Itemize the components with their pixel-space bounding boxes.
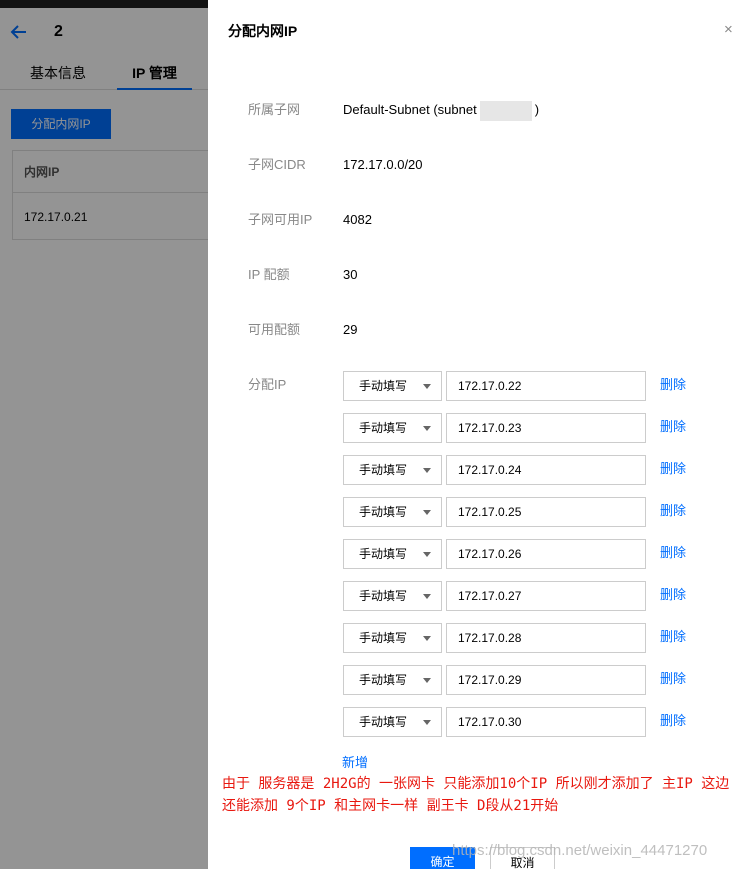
ip-input[interactable]: [446, 665, 646, 695]
ip-input[interactable]: [446, 413, 646, 443]
ip-row: 手动填写 删除: [343, 539, 703, 569]
ip-mode-label: 手动填写: [359, 547, 408, 561]
ip-input[interactable]: [446, 707, 646, 737]
ip-mode-select[interactable]: 手动填写: [343, 539, 442, 569]
available-ips-label: 子网可用IP: [248, 212, 313, 227]
ip-mode-label: 手动填写: [359, 589, 408, 603]
ip-input[interactable]: [446, 455, 646, 485]
delete-ip-link[interactable]: 删除: [660, 413, 686, 441]
chevron-down-icon: [423, 636, 431, 641]
subnet-value-prefix: Default-Subnet (subnet: [343, 102, 477, 117]
delete-ip-link[interactable]: 删除: [660, 497, 686, 525]
subnet-label: 所属子网: [248, 102, 301, 117]
ip-mode-select[interactable]: 手动填写: [343, 455, 442, 485]
ip-mode-label: 手动填写: [359, 715, 408, 729]
subnet-value: Default-Subnet (subnet): [343, 100, 539, 121]
delete-ip-link[interactable]: 删除: [660, 581, 686, 609]
delete-ip-link[interactable]: 删除: [660, 707, 686, 735]
ip-mode-label: 手动填写: [359, 505, 408, 519]
ip-mode-label: 手动填写: [359, 673, 408, 687]
chevron-down-icon: [423, 384, 431, 389]
delete-ip-link[interactable]: 删除: [660, 665, 686, 693]
ip-mode-select[interactable]: 手动填写: [343, 707, 442, 737]
ip-mode-label: 手动填写: [359, 463, 408, 477]
ip-mode-label: 手动填写: [359, 379, 408, 393]
close-icon[interactable]: ×: [724, 22, 733, 38]
chevron-down-icon: [423, 468, 431, 473]
drawer-title: 分配内网IP: [228, 23, 298, 39]
ip-row: 手动填写 删除: [343, 623, 703, 653]
assign-ip-drawer: 分配内网IP × 所属子网 Default-Subnet (subnet) 子网…: [208, 0, 734, 869]
ip-input[interactable]: [446, 371, 646, 401]
available-quota-value: 29: [343, 322, 358, 337]
ip-mode-select[interactable]: 手动填写: [343, 581, 442, 611]
chevron-down-icon: [423, 552, 431, 557]
available-quota-label: 可用配额: [248, 322, 301, 337]
cidr-value: 172.17.0.0/20: [343, 157, 423, 172]
ip-quota-value: 30: [343, 267, 358, 282]
delete-ip-link[interactable]: 删除: [660, 539, 686, 567]
assign-ip-label: 分配IP: [248, 377, 287, 392]
annotation-note: 由于 服务器是 2H2G的 一张网卡 只能添加10个IP 所以刚才添加了 主IP…: [222, 776, 730, 814]
ip-mode-select[interactable]: 手动填写: [343, 413, 442, 443]
chevron-down-icon: [423, 720, 431, 725]
ip-mode-label: 手动填写: [359, 631, 408, 645]
ip-input[interactable]: [446, 497, 646, 527]
subnet-value-suffix: ): [534, 102, 540, 117]
delete-ip-link[interactable]: 删除: [660, 455, 686, 483]
ip-row: 手动填写 删除: [343, 581, 703, 611]
redacted-mask: [479, 100, 532, 121]
ip-row: 手动填写 删除: [343, 413, 703, 443]
delete-ip-link[interactable]: 删除: [660, 623, 686, 651]
ip-mode-select[interactable]: 手动填写: [343, 497, 442, 527]
ip-quota-label: IP 配额: [248, 267, 290, 282]
ip-row: 手动填写 删除: [343, 455, 703, 485]
chevron-down-icon: [423, 594, 431, 599]
chevron-down-icon: [423, 426, 431, 431]
ip-row: 手动填写 删除: [343, 707, 703, 737]
ip-mode-select[interactable]: 手动填写: [343, 623, 442, 653]
watermark: https://blog.csdn.net/weixin_44471270: [452, 842, 708, 859]
ip-row: 手动填写 删除: [343, 371, 703, 401]
ip-mode-select[interactable]: 手动填写: [343, 665, 442, 695]
ip-row: 手动填写 删除: [343, 665, 703, 695]
ip-mode-label: 手动填写: [359, 421, 408, 435]
chevron-down-icon: [423, 678, 431, 683]
ip-input[interactable]: [446, 623, 646, 653]
add-ip-link[interactable]: 新增: [342, 753, 368, 773]
available-ips-value: 4082: [343, 212, 372, 227]
ip-mode-select[interactable]: 手动填写: [343, 371, 442, 401]
ip-input[interactable]: [446, 539, 646, 569]
ip-input[interactable]: [446, 581, 646, 611]
chevron-down-icon: [423, 510, 431, 515]
ip-row: 手动填写 删除: [343, 497, 703, 527]
delete-ip-link[interactable]: 删除: [660, 371, 686, 399]
cidr-label: 子网CIDR: [248, 157, 306, 172]
